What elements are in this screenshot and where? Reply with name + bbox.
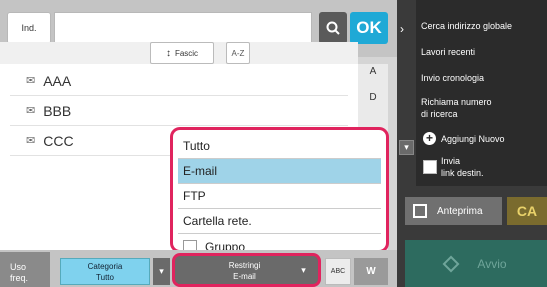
address-input[interactable] xyxy=(54,12,312,44)
index-letter[interactable]: D xyxy=(358,92,388,103)
sort-fascic-label: Fascic xyxy=(174,48,199,58)
w-button[interactable]: W xyxy=(354,258,388,285)
filter-dropdown: Tutto E-mail FTP Cartella rete. Gruppo xyxy=(170,127,389,253)
sort-by-name-button[interactable]: A-Z xyxy=(226,42,250,64)
address-index-button[interactable]: Ind. xyxy=(7,12,51,44)
list-item[interactable]: ✉ BBB xyxy=(10,96,348,126)
preview-label: Anteprima xyxy=(437,205,483,217)
category-select[interactable]: Categoria Tutto xyxy=(60,258,150,285)
list-item-label: BBB xyxy=(43,102,72,119)
list-item-label: CCC xyxy=(43,132,74,149)
dropdown-option-label: Cartella rete. xyxy=(183,214,252,228)
clear-all-button[interactable]: CA xyxy=(507,197,547,225)
dropdown-option-label: E-mail xyxy=(183,164,218,178)
filter-value: E-mail xyxy=(233,271,256,281)
category-value: Tutto xyxy=(96,272,114,282)
sort-by-fascicle-button[interactable]: ↕ Fascic xyxy=(150,42,214,64)
envelope-icon: ✉ xyxy=(26,105,36,117)
send-link-checkbox[interactable] xyxy=(423,160,437,174)
recall-number-button[interactable]: Richiama numero di ricerca xyxy=(421,96,541,120)
recall-line1: Richiama numero xyxy=(421,97,492,107)
start-label: Avvio xyxy=(477,256,507,271)
start-icon xyxy=(442,255,460,272)
add-new-button[interactable]: Aggiungi Nuovo xyxy=(441,133,547,145)
preview-icon xyxy=(413,204,427,218)
category-title: Categoria xyxy=(87,261,123,271)
frequent-use-tab[interactable]: Uso freq. xyxy=(0,252,50,287)
freq-label-line1: Uso xyxy=(10,262,27,272)
index-letter[interactable]: A xyxy=(358,66,388,77)
dropdown-option-email[interactable]: E-mail xyxy=(178,159,381,184)
global-search-button[interactable]: Cerca indirizzo globale xyxy=(421,20,541,32)
start-button[interactable]: Avvio xyxy=(405,240,547,287)
recall-line2: di ricerca xyxy=(421,109,458,119)
abc-button[interactable]: ABC xyxy=(325,258,351,285)
search-button[interactable] xyxy=(319,12,347,44)
dropdown-option-ftp[interactable]: FTP xyxy=(178,184,381,209)
freq-label-line2: freq. xyxy=(10,273,29,283)
envelope-icon: ✉ xyxy=(26,135,36,147)
plus-icon: + xyxy=(423,132,436,145)
chevron-right-icon[interactable]: › xyxy=(400,22,414,36)
dropdown-option-all[interactable]: Tutto xyxy=(178,134,381,159)
send-link-line1: Invia xyxy=(441,156,461,166)
search-icon xyxy=(326,21,340,35)
recent-jobs-button[interactable]: Lavori recenti xyxy=(421,46,541,58)
chevron-down-icon[interactable]: ▾ xyxy=(399,140,414,155)
send-link-label: Invia link destin. xyxy=(441,155,547,179)
sort-icon: ↕ xyxy=(165,47,171,59)
dropdown-option-label: FTP xyxy=(183,189,206,203)
filter-select[interactable]: Restringi E-mail xyxy=(178,257,311,284)
envelope-icon: ✉ xyxy=(26,75,36,87)
chevron-down-icon[interactable]: ▾ xyxy=(153,258,170,285)
send-link-line2: link destin. xyxy=(441,168,484,178)
preview-button[interactable]: Anteprima xyxy=(405,197,502,225)
history-button[interactable]: Invio cronologia xyxy=(421,72,541,84)
list-item[interactable]: ✉ AAA xyxy=(10,66,348,96)
dropdown-option-label: Tutto xyxy=(183,139,210,153)
filter-title: Restringi xyxy=(228,260,261,270)
list-item-label: AAA xyxy=(43,72,72,89)
sort-name-label: A-Z xyxy=(231,48,245,58)
ok-button[interactable]: OK xyxy=(350,12,388,44)
chevron-down-icon[interactable]: ▾ xyxy=(296,257,311,284)
dropdown-option-network-folder[interactable]: Cartella rete. xyxy=(178,209,381,234)
